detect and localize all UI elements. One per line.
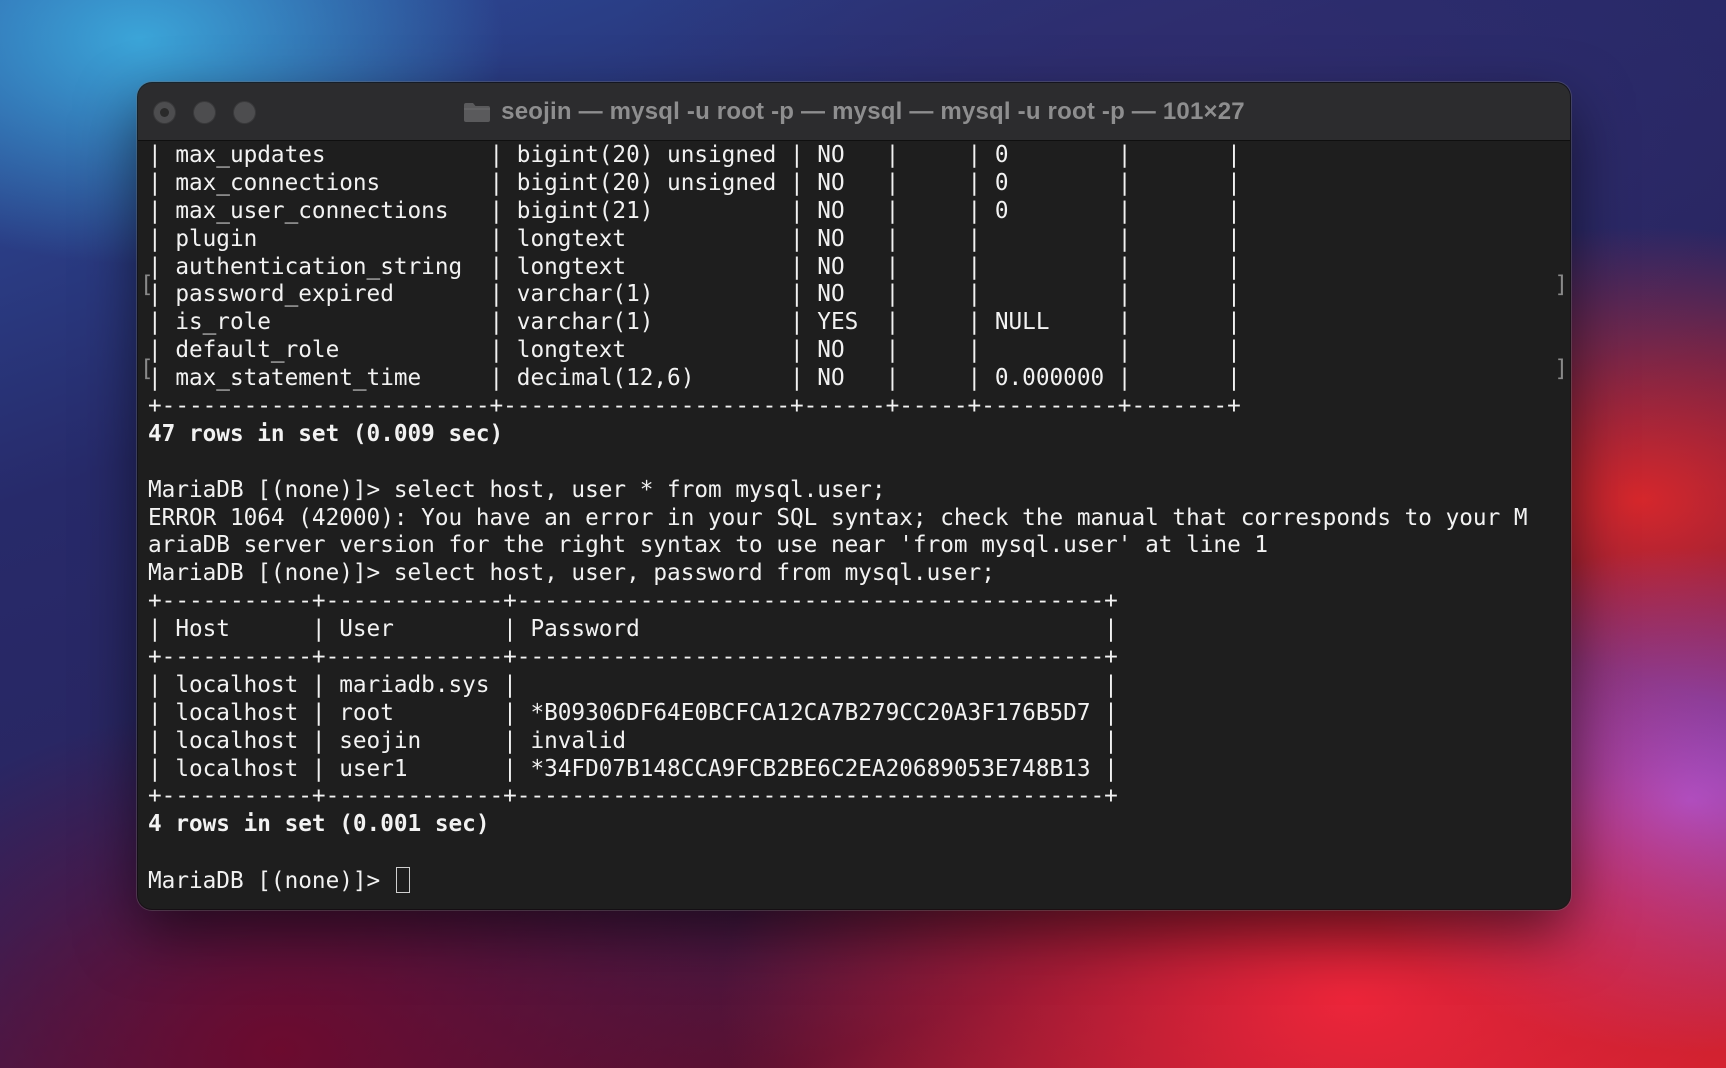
folder-icon (464, 102, 491, 122)
window-titlebar[interactable]: seojin — mysql -u root -p — mysql — mysq… (138, 83, 1570, 141)
output-line: | max_updates | bigint(20) unsigned | NO… (148, 142, 1241, 168)
output-line: | is_role | varchar(1) | YES | | NULL | … (148, 309, 1241, 336)
output-line: | password_expired | varchar(1) | NO | |… (148, 281, 1241, 308)
prompt-text: MariaDB [(none)]> (148, 868, 394, 895)
prompt-line[interactable]: MariaDB [(none)]> (148, 867, 1570, 895)
table-header-line: | Host | User | Password | (148, 616, 1118, 643)
output-line: | max_user_connections | bigint(21) | NO… (148, 197, 1241, 224)
line-mark-right: ] (1554, 272, 1568, 298)
table-border-line: +-----------+-------------+-------------… (148, 644, 1118, 671)
result-summary: 4 rows in set (0.001 sec) (148, 811, 490, 838)
error-line: ariaDB server version for the right synt… (148, 532, 1269, 559)
command-line: MariaDB [(none)]> select host, user, pas… (148, 560, 995, 587)
text-cursor (395, 867, 410, 894)
table-border-line: +-----------+-------------+-------------… (148, 783, 1118, 810)
error-line: ERROR 1064 (42000): You have an error in… (148, 504, 1528, 531)
window-title: seojin — mysql -u root -p — mysql — mysq… (501, 97, 1245, 125)
result-summary: 47 rows in set (0.009 sec) (148, 420, 504, 447)
output-line: | max_statement_time | decimal(12,6) | N… (148, 365, 1241, 392)
table-row: | localhost | mariadb.sys | | (148, 671, 1118, 698)
output-line: | default_role | longtext | NO | | | | (148, 337, 1241, 364)
line-mark-right: ] (1554, 356, 1568, 382)
output-line: | plugin | longtext | NO | | | | (148, 225, 1241, 252)
terminal-window: seojin — mysql -u root -p — mysql — mysq… (138, 83, 1570, 909)
command-line: MariaDB [(none)]> select host, user * fr… (148, 476, 886, 503)
output-line: | authentication_string | longtext | NO … (148, 253, 1241, 280)
window-title-area: seojin — mysql -u root -p — mysql — mysq… (138, 83, 1570, 140)
line-mark-left: [ (140, 356, 154, 382)
table-border-line: +------------------------+--------------… (148, 393, 1241, 420)
table-row: | localhost | seojin | invalid | (148, 727, 1118, 754)
line-mark-left: [ (140, 272, 154, 298)
output-line: | max_connections | bigint(20) unsigned … (148, 169, 1241, 196)
table-border-line: +-----------+-------------+-------------… (148, 588, 1118, 615)
terminal-output[interactable]: [ ] [ ] | max_updates | bigint(20) unsig… (138, 141, 1570, 909)
table-row: | localhost | root | *B09306DF64E0BCFCA1… (148, 699, 1118, 726)
table-row: | localhost | user1 | *34FD07B148CCA9FCB… (148, 755, 1118, 782)
